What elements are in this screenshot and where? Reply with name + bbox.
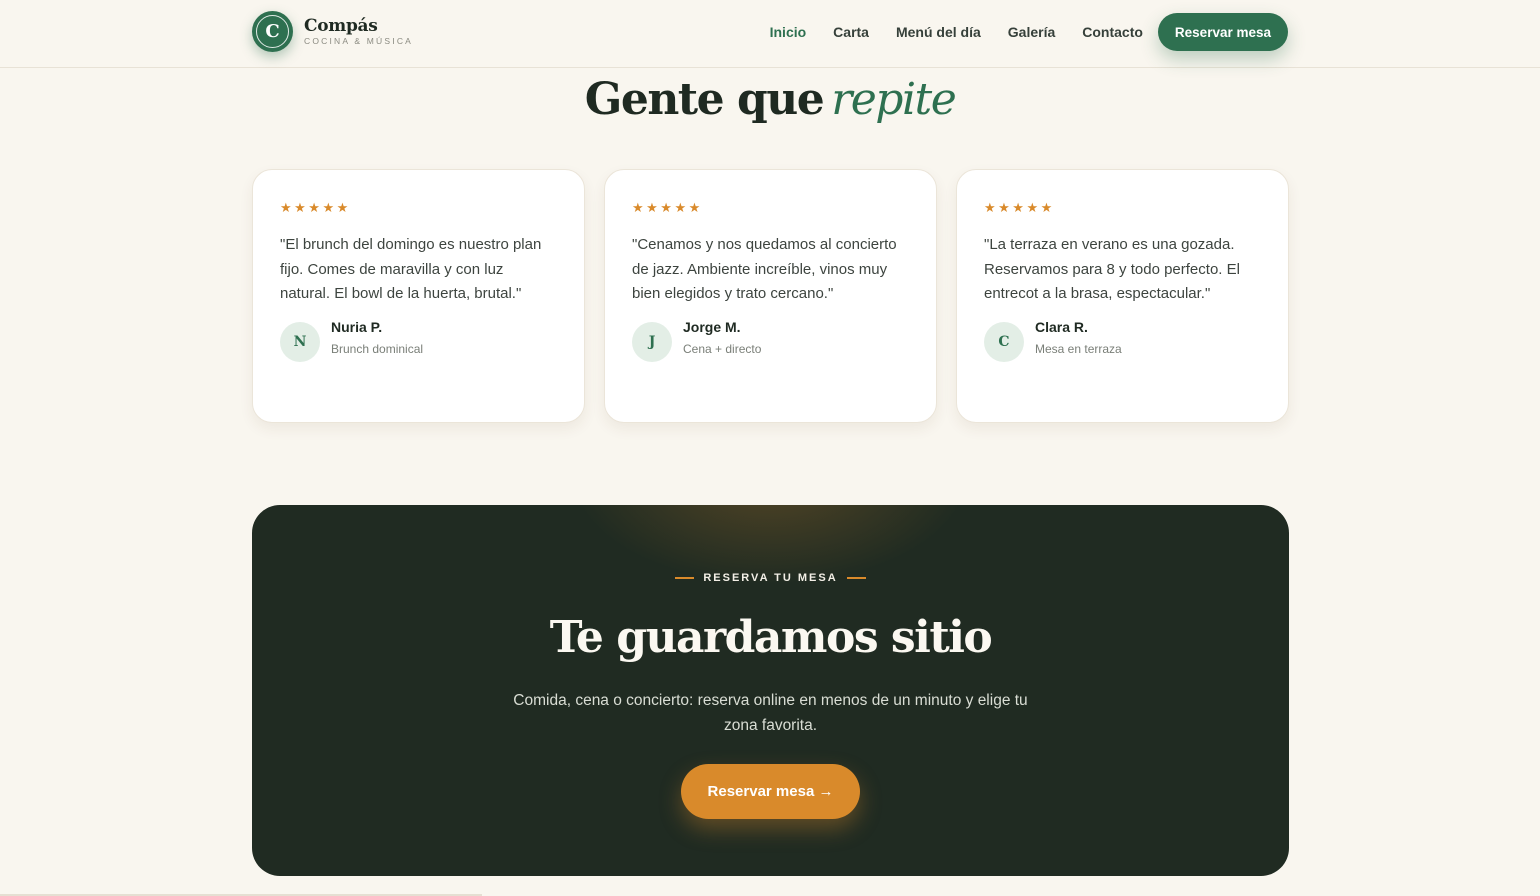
star-rating-icon: ★★★★★ [280,201,351,216]
author-info: Jorge M. Cena + directo [683,318,761,356]
author-info: Nuria P. Brunch dominical [331,318,423,356]
nav-link-galeria[interactable]: Galería [1008,24,1055,40]
testimonials-title: Gente que repite [0,74,1540,125]
nav-link-menu-del-dia[interactable]: Menú del día [896,24,981,40]
logo-text: Compás COCINA & MÚSICA [304,17,413,46]
logo[interactable]: C Compás COCINA & MÚSICA [252,11,413,52]
testimonial-card: ★★★★★ "El brunch del domingo es nuestro … [252,169,585,423]
testimonial-quote: "El brunch del domingo es nuestro plan f… [280,236,542,303]
nav-link-carta[interactable]: Carta [833,24,869,40]
logo-letter: C [265,21,280,42]
testimonial-quote: "Cenamos y nos quedamos al concierto de … [632,236,897,303]
avatar: C [984,322,1024,363]
logo-mark-icon: C [252,11,293,52]
testimonial-author: C Clara R. Mesa en terraza [984,319,1261,363]
reserve-table-button[interactable]: Reservar mesa [1157,13,1288,51]
author-name: Clara R. [1035,319,1088,336]
author-name: Nuria P. [331,319,383,336]
eyebrow-line [846,577,866,579]
avatar: N [280,322,320,363]
cta-eyebrow-text: RESERVA TU MESA [703,572,838,584]
logo-tagline: COCINA & MÚSICA [304,36,414,46]
author-info: Clara R. Mesa en terraza [1035,318,1122,356]
testimonials-title-emphasis: repite [831,74,957,125]
testimonial-author: N Nuria P. Brunch dominical [280,319,557,363]
testimonial-cards: ★★★★★ "El brunch del domingo es nuestro … [252,169,1289,423]
testimonial-quote: "La terraza en verano es una gozada. Res… [984,236,1240,303]
star-rating-icon: ★★★★★ [984,201,1055,216]
author-meta: Mesa en terraza [1035,342,1122,357]
nav-link-inicio[interactable]: Inicio [770,24,807,40]
nav-link-contacto[interactable]: Contacto [1082,24,1143,40]
testimonial-author: J Jorge M. Cena + directo [632,319,909,363]
eyebrow-line [675,577,695,579]
avatar: J [632,322,672,363]
star-rating-icon: ★★★★★ [632,201,703,216]
testimonials-title-main: Gente que [584,74,825,125]
author-meta: Cena + directo [683,342,762,357]
testimonial-card: ★★★★★ "Cenamos y nos quedamos al concier… [604,169,937,423]
cta-description: Comida, cena o concierto: reserva online… [513,692,1028,734]
cta-title: Te guardamos sitio [549,612,993,663]
author-meta: Brunch dominical [331,342,424,357]
testimonial-card: ★★★★★ "La terraza en verano es una gozad… [956,169,1289,423]
cta-eyebrow: RESERVA TU MESA [252,572,1289,584]
author-name: Jorge M. [683,319,741,336]
reservation-cta: RESERVA TU MESA Te guardamos sitio Comid… [252,505,1289,876]
logo-name: Compás [304,16,378,36]
main-nav: Inicio Carta Menú del día Galería Contac… [743,0,1288,64]
site-header: C Compás COCINA & MÚSICA Inicio Carta Me… [0,0,1540,68]
cta-reserve-button[interactable]: Reservar mesa → [681,764,860,819]
